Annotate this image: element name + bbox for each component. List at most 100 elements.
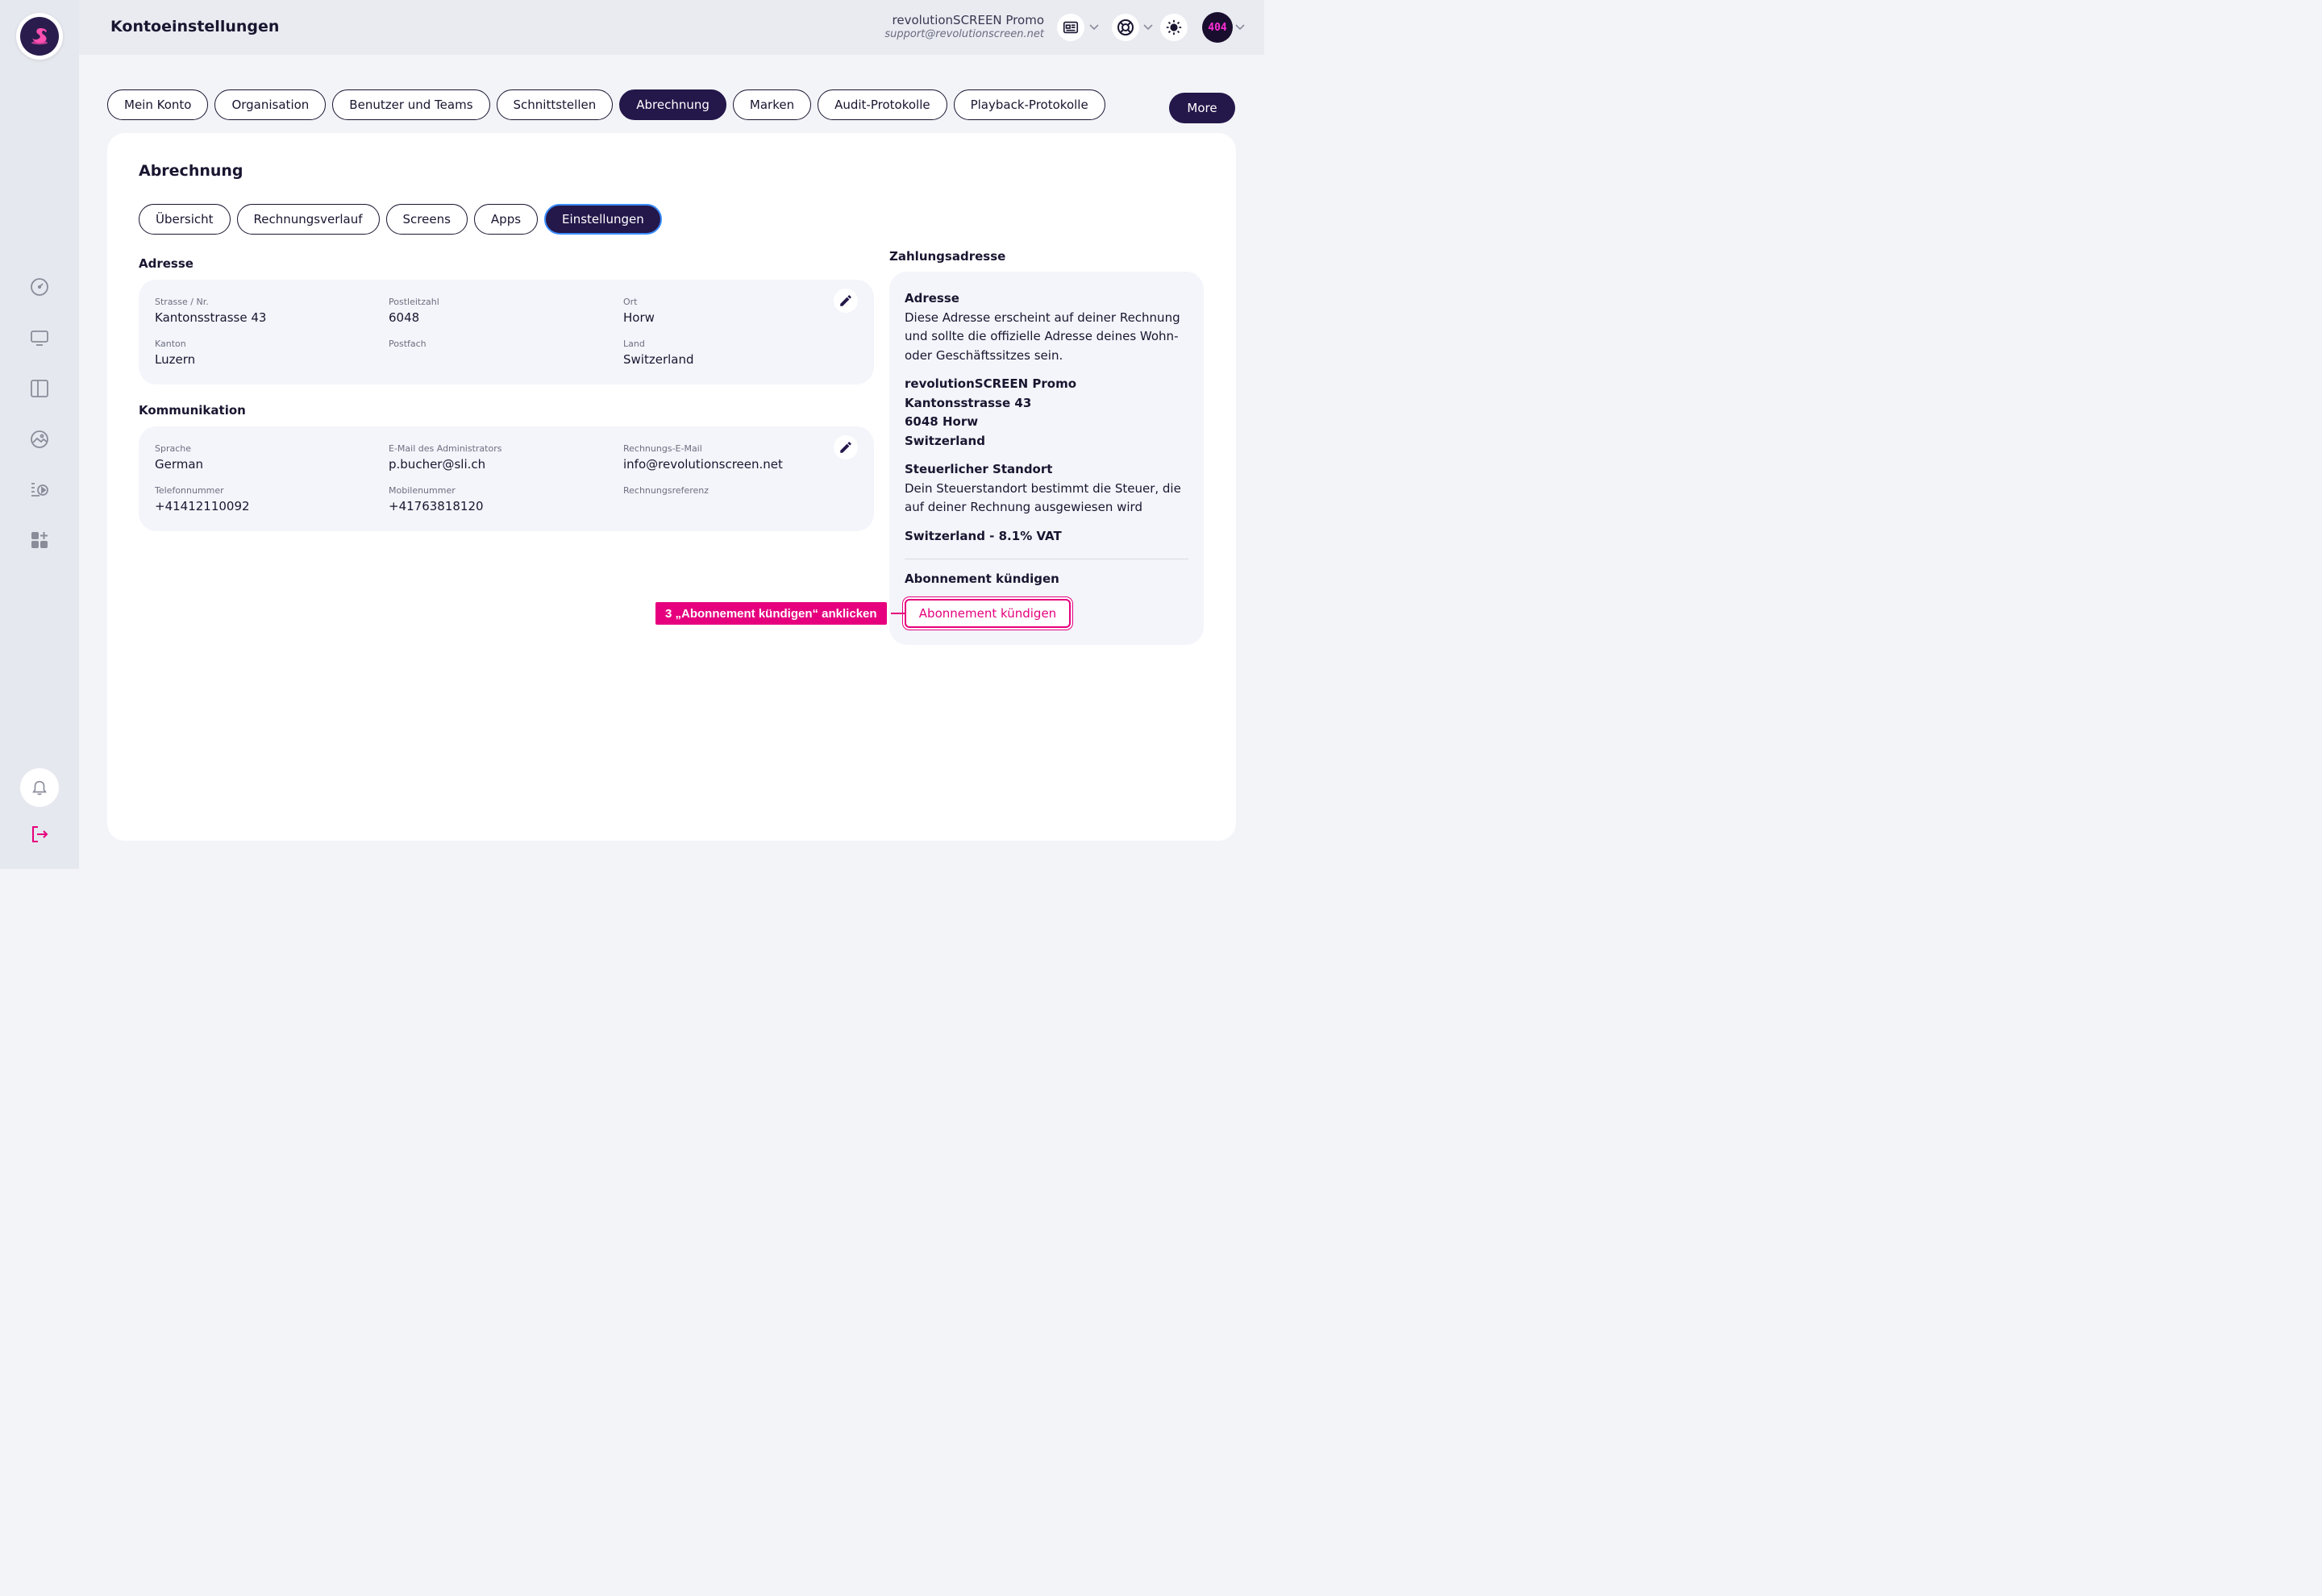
instruction-callout: 3 „Abonnement kündigen“ anklicken [655,602,887,625]
tax-location-description: Dein Steuerstandort bestimmt die Steuer,… [905,480,1181,515]
apps-add-icon[interactable] [27,528,52,552]
support-button[interactable] [1112,14,1139,41]
subtab-screens[interactable]: Screens [385,204,468,235]
phone-value: +41412110092 [155,499,250,513]
tab-abrechnung[interactable]: Abrechnung [619,89,726,120]
mobile-label: Mobilenummer [389,485,456,496]
tax-value: Switzerland - 8.1% VAT [905,528,1062,543]
notifications-button[interactable] [20,768,59,807]
language-label: Sprache [155,443,192,454]
media-icon[interactable] [27,427,52,451]
lifebuoy-icon [1117,19,1134,35]
country-value: Switzerland [623,352,694,367]
callout-connector [891,613,905,614]
subtab-rechnungsverlauf[interactable]: Rechnungsverlauf [236,204,380,235]
zip-value: 6048 [389,310,420,325]
billing-ref-field: Rechnungsreferenz [623,485,709,499]
theme-toggle-button[interactable] [1160,14,1188,41]
subtab-apps[interactable]: Apps [473,204,539,235]
monitor-icon[interactable] [27,326,52,350]
page-title: Kontoeinstellungen [110,18,280,35]
playlist-icon[interactable] [27,477,52,501]
tab-audit-protokolle[interactable]: Audit-Protokolle [818,89,947,120]
subtab-einstellungen[interactable]: Einstellungen [544,204,662,235]
tab-mein-konto[interactable]: Mein Konto [107,89,209,120]
communication-box: Sprache German E-Mail des Administrators… [139,426,874,531]
edit-communication-button[interactable] [834,435,858,459]
mobile-value: +41763818120 [389,499,484,513]
layout-icon[interactable] [27,376,52,401]
newspaper-icon [1063,21,1079,34]
chevron-down-icon[interactable] [1088,21,1100,32]
admin-email-label: E-Mail des Administrators [389,443,502,454]
pobox-field: Postfach [389,339,427,352]
street-value: Kantonsstrasse 43 [155,310,267,325]
mobile-field: Mobilenummer +41763818120 [389,485,484,513]
bell-icon [32,780,47,796]
street-label: Strasse / Nr. [155,297,209,307]
address-box: Strasse / Nr. Kantonsstrasse 43 Postleit… [139,280,874,384]
country-field: Land Switzerland [623,339,694,367]
payment-address-subheading: Adresse [905,291,959,305]
tab-marken[interactable]: Marken [732,89,812,120]
address-line: Switzerland [905,433,985,448]
billing-email-label: Rechnungs-E-Mail [623,443,702,454]
country-label: Land [623,339,645,349]
cancel-subscription-heading: Abonnement kündigen [905,571,1059,586]
pencil-icon [840,295,851,306]
billing-ref-label: Rechnungsreferenz [623,485,710,496]
account-info: revolutionSCREEN Promo support@revolutio… [884,13,1044,40]
pobox-label: Postfach [389,339,427,349]
dashboard-icon[interactable] [27,275,52,299]
account-name: revolutionSCREEN Promo [892,13,1044,27]
edit-address-button[interactable] [834,289,858,313]
language-field: Sprache German [155,443,203,472]
admin-email-field: E-Mail des Administrators p.bucher@sli.c… [389,443,501,472]
chevron-down-icon[interactable] [1142,21,1154,32]
payment-address-description: Diese Adresse erscheint auf deiner Rechn… [905,310,1180,363]
zip-field: Postleitzahl 6048 [389,297,439,325]
phone-field: Telefonnummer +41412110092 [155,485,250,513]
payment-address-heading: Zahlungsadresse [889,249,1006,264]
billing-sub-tabs: Übersicht Rechnungsverlauf Screens Apps … [139,204,662,235]
language-value: German [155,457,204,472]
billing-email-value: info@revolutionscreen.net [623,457,783,472]
logout-button[interactable] [27,822,52,846]
sun-icon [1166,19,1182,35]
phone-label: Telefonnummer [155,485,224,496]
canton-label: Kanton [155,339,186,349]
tab-benutzer-teams[interactable]: Benutzer und Teams [332,89,490,120]
avatar-text: 404 [1208,21,1227,34]
more-button[interactable]: More [1169,93,1235,123]
logout-icon [32,826,48,842]
sidebar [0,0,79,869]
account-email: support@revolutionscreen.net [884,28,1044,40]
city-value: Horw [623,310,655,325]
payment-address-panel: Adresse Diese Adresse erscheint auf dein… [889,272,1204,645]
address-line: revolutionSCREEN Promo [905,376,1077,391]
payment-address-content: Adresse Diese Adresse erscheint auf dein… [905,289,1188,546]
tab-organisation[interactable]: Organisation [214,89,327,120]
chevron-down-icon[interactable] [1234,21,1246,32]
subtab-uebersicht[interactable]: Übersicht [139,204,231,235]
address-line: Kantonsstrasse 43 [905,395,1032,410]
admin-email-value: p.bucher@sli.ch [389,457,486,472]
flamingo-icon [20,17,59,56]
news-button[interactable] [1057,14,1084,41]
zip-label: Postleitzahl [389,297,439,307]
city-label: Ort [623,297,638,307]
address-line: 6048 Horw [905,414,979,429]
tab-playback-protokolle[interactable]: Playback-Protokolle [953,89,1105,120]
billing-email-field: Rechnungs-E-Mail info@revolutionscreen.n… [623,443,783,472]
city-field: Ort Horw [623,297,655,325]
pencil-icon [840,442,851,453]
canton-field: Kanton Luzern [155,339,195,367]
app-logo[interactable] [16,13,63,60]
communication-heading: Kommunikation [139,403,246,418]
tax-location-heading: Steuerlicher Standort [905,462,1053,476]
avatar[interactable]: 404 [1202,12,1233,43]
cancel-subscription-button[interactable]: Abonnement kündigen [905,599,1071,628]
section-title: Abrechnung [139,162,243,180]
top-header: Kontoeinstellungen revolutionSCREEN Prom… [79,0,1264,55]
tab-schnittstellen[interactable]: Schnittstellen [496,89,614,120]
